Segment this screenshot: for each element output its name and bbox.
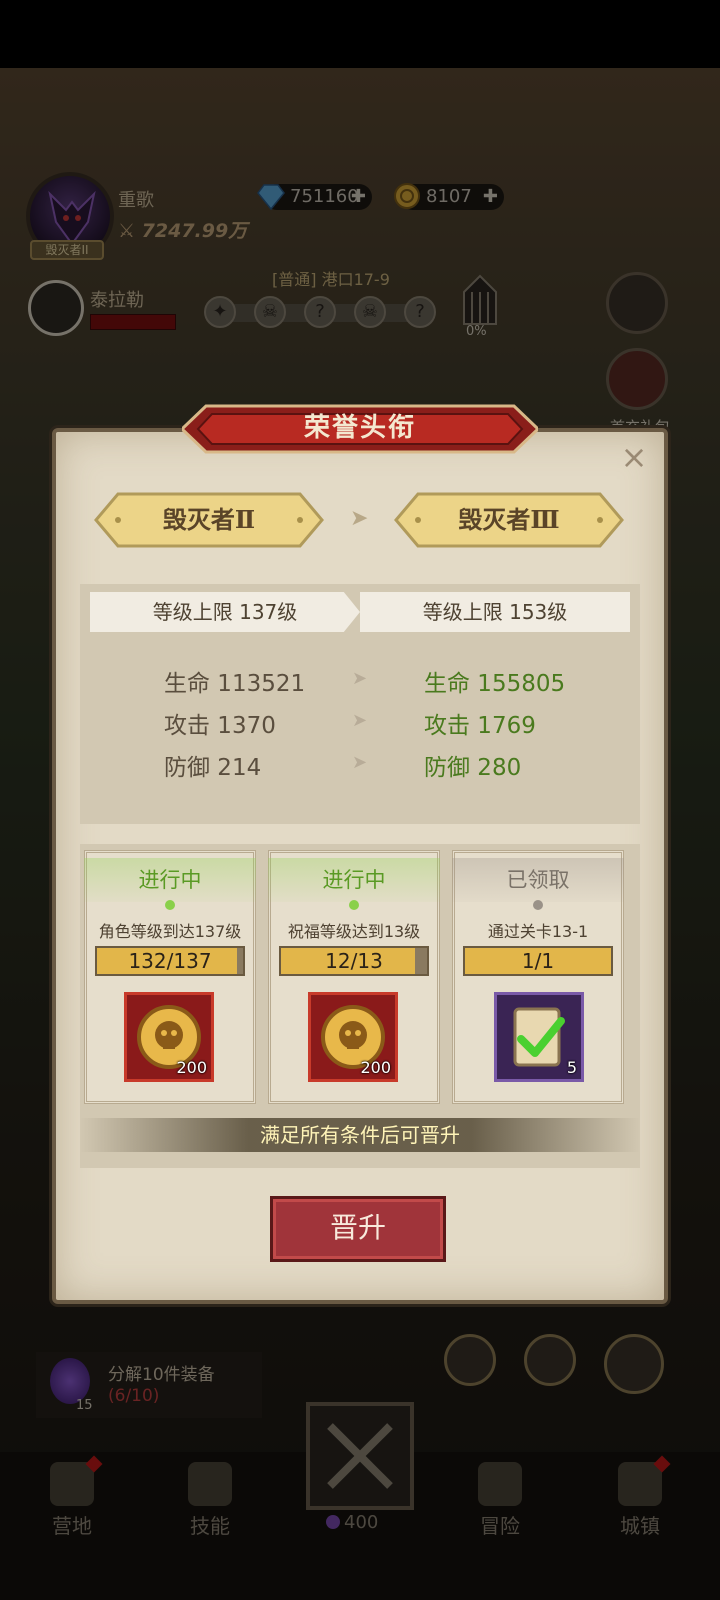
current-rank-label: 毁灭者Ⅱ [162, 505, 256, 534]
dialog-title: 荣誉头衔 [303, 413, 416, 443]
stat-defense-next: 防御 280 [424, 755, 522, 781]
reward-count: 5 [566, 1058, 577, 1077]
promotion-hint: 满足所有条件后可晋升 [80, 1118, 640, 1152]
game-screen: 毁灭者II 重歌 ⚔ 7247.99万 751160 ✚ 8107 ✚ 泰拉勒 … [0, 0, 720, 1600]
requirement-status: 已领取 [452, 858, 624, 902]
requirement-progress-bar: 1/1 [463, 946, 613, 976]
reward-item[interactable]: 200 [308, 992, 398, 1082]
stat-arrow-icon: ➤ [352, 668, 368, 689]
status-dot [533, 900, 543, 910]
reward-item[interactable]: 200 [124, 992, 214, 1082]
stat-arrow-icon: ➤ [352, 710, 368, 731]
requirement-progress-bar: 132/137 [95, 946, 245, 976]
rank-arrow-icon: ➤ [350, 506, 369, 531]
current-rank-badge: 毁灭者Ⅱ [94, 492, 324, 548]
progress-text: 132/137 [128, 949, 212, 973]
requirement-description: 角色等级到达137级 [98, 922, 242, 941]
reward-count: 200 [176, 1058, 207, 1077]
stat-attack-next: 攻击 1769 [424, 713, 536, 739]
requirement-description: 祝福等级达到13级 [287, 922, 421, 941]
level-cap-next: 等级上限 153级 [360, 592, 630, 632]
requirement-description: 通过关卡13-1 [487, 922, 589, 941]
reward-item[interactable]: 5 [494, 992, 584, 1082]
status-bar [0, 0, 720, 68]
progress-text: 12/13 [325, 949, 383, 973]
close-icon[interactable]: × [618, 441, 650, 474]
stat-attack-current: 攻击 1370 [164, 713, 276, 739]
requirement-progress-bar: 12/13 [279, 946, 429, 976]
reward-count: 200 [360, 1058, 391, 1077]
status-dot [165, 900, 175, 910]
progress-text: 1/1 [521, 949, 555, 973]
status-dot [349, 900, 359, 910]
next-rank-badge: 毁灭者Ⅲ [394, 492, 624, 548]
promote-button[interactable]: 晋升 [270, 1196, 446, 1262]
requirement-status: 进行中 [84, 858, 256, 902]
level-cap-current: 等级上限 137级 [90, 592, 360, 632]
stat-hp-next: 生命 155805 [424, 671, 566, 697]
requirement-status: 进行中 [268, 858, 440, 902]
next-rank-label: 毁灭者Ⅲ [458, 505, 560, 534]
stat-defense-current: 防御 214 [164, 755, 262, 781]
stat-hp-current: 生命 113521 [164, 671, 306, 697]
stat-arrow-icon: ➤ [352, 752, 368, 773]
